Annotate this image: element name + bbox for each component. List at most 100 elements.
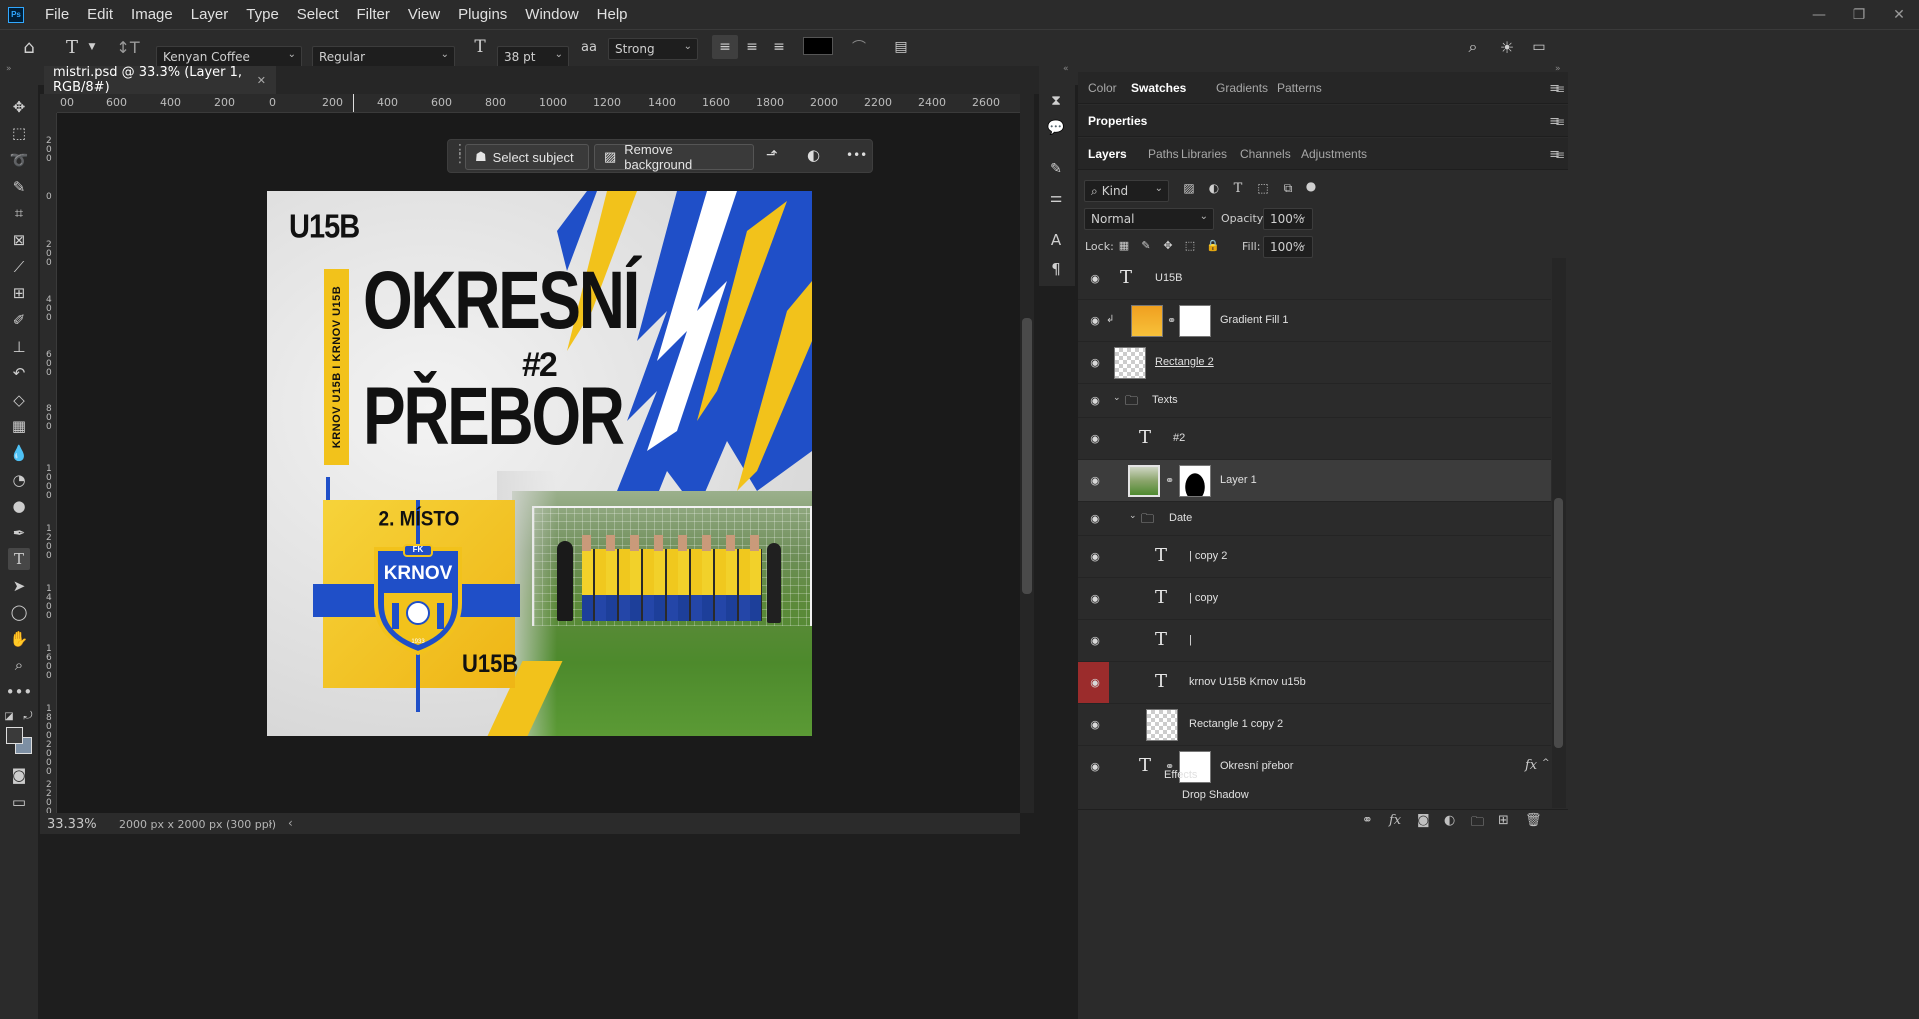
sponge-tool-icon[interactable]: ● xyxy=(8,495,30,517)
new-adjustment-icon[interactable]: ◐ xyxy=(1444,813,1455,828)
lock-paint-icon[interactable]: ✎ xyxy=(1139,238,1153,252)
filter-shape-icon[interactable]: ⬚ xyxy=(1255,180,1271,196)
align-right-icon[interactable]: ≡ xyxy=(768,35,790,59)
font-style-select[interactable]: Regular ⌄ xyxy=(312,46,455,68)
search-icon[interactable]: ⌕ xyxy=(1462,36,1484,58)
transform-icon[interactable]: ⬏ xyxy=(766,147,778,163)
eye-icon[interactable]: ◉ xyxy=(1088,759,1102,773)
artwork-canvas[interactable]: U15B KRNOV U15B I KRNOV U15B OKRESNÍ PŘE… xyxy=(267,191,812,736)
fill-field[interactable]: 100% ⌄ xyxy=(1263,236,1313,258)
eye-icon[interactable]: ◉ xyxy=(1088,675,1102,689)
ellipse-tool-icon[interactable]: ◯ xyxy=(8,601,30,623)
tab-layers[interactable]: Layers xyxy=(1088,147,1127,161)
default-colors-icon[interactable]: ◪ xyxy=(3,705,15,727)
blur-tool-icon[interactable]: 💧 xyxy=(8,442,30,464)
eye-icon[interactable]: ◉ xyxy=(1088,717,1102,731)
layer-row[interactable]: ◉ T U15B xyxy=(1078,258,1551,300)
zoom-level[interactable]: 33.33% xyxy=(47,817,97,832)
collapse-strip-icon[interactable]: « xyxy=(1063,64,1069,74)
lasso-tool-icon[interactable]: ➰ xyxy=(8,149,30,171)
history-panel-icon[interactable]: ⧗ xyxy=(1045,90,1067,112)
panel-menu-icon[interactable]: ≡ xyxy=(1555,115,1565,129)
align-left-icon[interactable]: ≡ xyxy=(712,35,738,59)
quick-mask-icon[interactable]: ◙ xyxy=(8,764,30,786)
eye-icon[interactable]: ◉ xyxy=(1088,271,1102,285)
new-layer-icon[interactable]: ⊞ xyxy=(1498,813,1509,828)
eye-icon[interactable]: ◉ xyxy=(1088,591,1102,605)
eye-icon[interactable]: ◉ xyxy=(1088,549,1102,563)
more-options-icon[interactable]: ••• xyxy=(846,148,867,162)
close-tab-icon[interactable]: ✕ xyxy=(257,74,266,87)
zoom-tool-icon[interactable]: ⌕ xyxy=(8,654,30,676)
brush-tool-icon[interactable]: ✐ xyxy=(8,309,30,331)
menu-layer[interactable]: Layer xyxy=(182,6,238,23)
layer-row[interactable]: ◉ ↲ ⚭ Gradient Fill 1 xyxy=(1078,300,1551,342)
menu-type[interactable]: Type xyxy=(237,6,288,23)
layers-scrollbar-thumb[interactable] xyxy=(1554,498,1563,748)
vertical-scrollbar-thumb[interactable] xyxy=(1022,318,1032,594)
panel-menu-icon[interactable]: ≡ xyxy=(1555,82,1565,96)
character-panel-icon[interactable]: ▤ xyxy=(890,36,912,58)
collapse-toolbar-icon[interactable]: » xyxy=(6,64,12,74)
more-tools-icon[interactable]: ••• xyxy=(6,681,33,703)
filter-type-icon[interactable]: T xyxy=(1230,180,1246,196)
eye-icon[interactable]: ◉ xyxy=(1088,511,1102,525)
chevron-down-icon[interactable]: ⌄ xyxy=(1113,393,1121,403)
menu-image[interactable]: Image xyxy=(122,6,182,23)
adjustment-icon[interactable]: ◐ xyxy=(807,146,820,164)
lock-artboard-icon[interactable]: ⬚ xyxy=(1183,238,1197,252)
dodge-tool-icon[interactable]: ◔ xyxy=(8,469,30,491)
align-center-icon[interactable]: ≡ xyxy=(741,35,763,59)
lock-all-icon[interactable]: 🔒 xyxy=(1206,238,1220,252)
comments-icon[interactable]: 💬 xyxy=(1045,117,1067,139)
lock-transparency-icon[interactable]: ▦ xyxy=(1117,238,1131,252)
layer-group-row[interactable]: ◉ ⌄ 🗀 Texts xyxy=(1078,384,1551,418)
layer-group-row[interactable]: ◉ ⌄ 🗀 Date xyxy=(1078,502,1551,536)
type-tool-icon[interactable]: T xyxy=(8,548,30,570)
layer-effects-icon[interactable]: fx xyxy=(1525,758,1537,773)
filter-toggle-icon[interactable]: ● xyxy=(1303,178,1319,194)
restore-icon[interactable]: ❐ xyxy=(1839,0,1879,29)
history-brush-icon[interactable]: ↶ xyxy=(8,362,30,384)
eye-icon[interactable]: ◉ xyxy=(1088,393,1102,407)
eye-icon[interactable]: ◉ xyxy=(1088,633,1102,647)
link-layers-icon[interactable]: ⚭ xyxy=(1362,813,1373,828)
new-group-icon[interactable]: 🗀 xyxy=(1471,813,1484,835)
swap-colors-icon[interactable]: ⤾ xyxy=(22,705,34,727)
add-style-icon[interactable]: fx xyxy=(1389,813,1401,828)
menu-filter[interactable]: Filter xyxy=(348,6,399,23)
discover-lightbulb-icon[interactable]: ☀ xyxy=(1496,36,1518,58)
tab-patterns[interactable]: Patterns xyxy=(1277,81,1322,95)
font-size-field[interactable]: 38 pt ⌄ xyxy=(497,46,569,68)
layer-row[interactable]: ◉ T | copy xyxy=(1078,578,1551,620)
menu-view[interactable]: View xyxy=(399,6,449,23)
tab-paths[interactable]: Paths xyxy=(1148,147,1179,161)
text-color-swatch[interactable] xyxy=(803,37,833,55)
panel-menu-icon[interactable]: ≡ xyxy=(1555,148,1565,162)
gradient-tool-icon[interactable]: ▦ xyxy=(8,415,30,437)
tab-properties[interactable]: Properties xyxy=(1088,114,1147,128)
collapse-panels-icon[interactable]: » xyxy=(1555,64,1561,74)
menu-plugins[interactable]: Plugins xyxy=(449,6,516,23)
menu-file[interactable]: File xyxy=(36,6,78,23)
foreground-color-swatch[interactable] xyxy=(6,727,23,744)
scroll-left-icon[interactable]: ‹ xyxy=(288,816,293,830)
remove-background-button[interactable]: ▨ Remove background xyxy=(594,142,754,172)
hand-tool-icon[interactable]: ✋ xyxy=(8,628,30,650)
layer-row-selected[interactable]: ◉ ⚭ Layer 1 xyxy=(1078,460,1551,502)
home-icon[interactable]: ⌂ xyxy=(18,36,40,58)
chevron-down-icon[interactable]: ▼ xyxy=(86,38,98,56)
layer-row[interactable]: ◉ T ⚭ Okresní přebor fx ^ xyxy=(1078,746,1551,788)
tab-gradients[interactable]: Gradients xyxy=(1216,81,1268,95)
pen-tool-icon[interactable]: ✒ xyxy=(8,522,30,544)
warp-text-icon[interactable]: ⌒ xyxy=(848,36,870,58)
add-mask-icon[interactable]: ◙ xyxy=(1417,813,1430,828)
tab-color[interactable]: Color xyxy=(1088,81,1117,95)
minimize-icon[interactable]: — xyxy=(1799,0,1839,29)
tab-channels[interactable]: Channels xyxy=(1240,147,1291,161)
tab-libraries[interactable]: Libraries xyxy=(1181,147,1227,161)
eraser-tool-icon[interactable]: ◇ xyxy=(8,389,30,411)
type-tool-preset-icon[interactable]: T xyxy=(62,36,82,58)
quick-selection-tool-icon[interactable]: ✎ xyxy=(8,176,30,198)
layer-row[interactable]: ◉ Rectangle 1 copy 2 xyxy=(1078,704,1551,746)
